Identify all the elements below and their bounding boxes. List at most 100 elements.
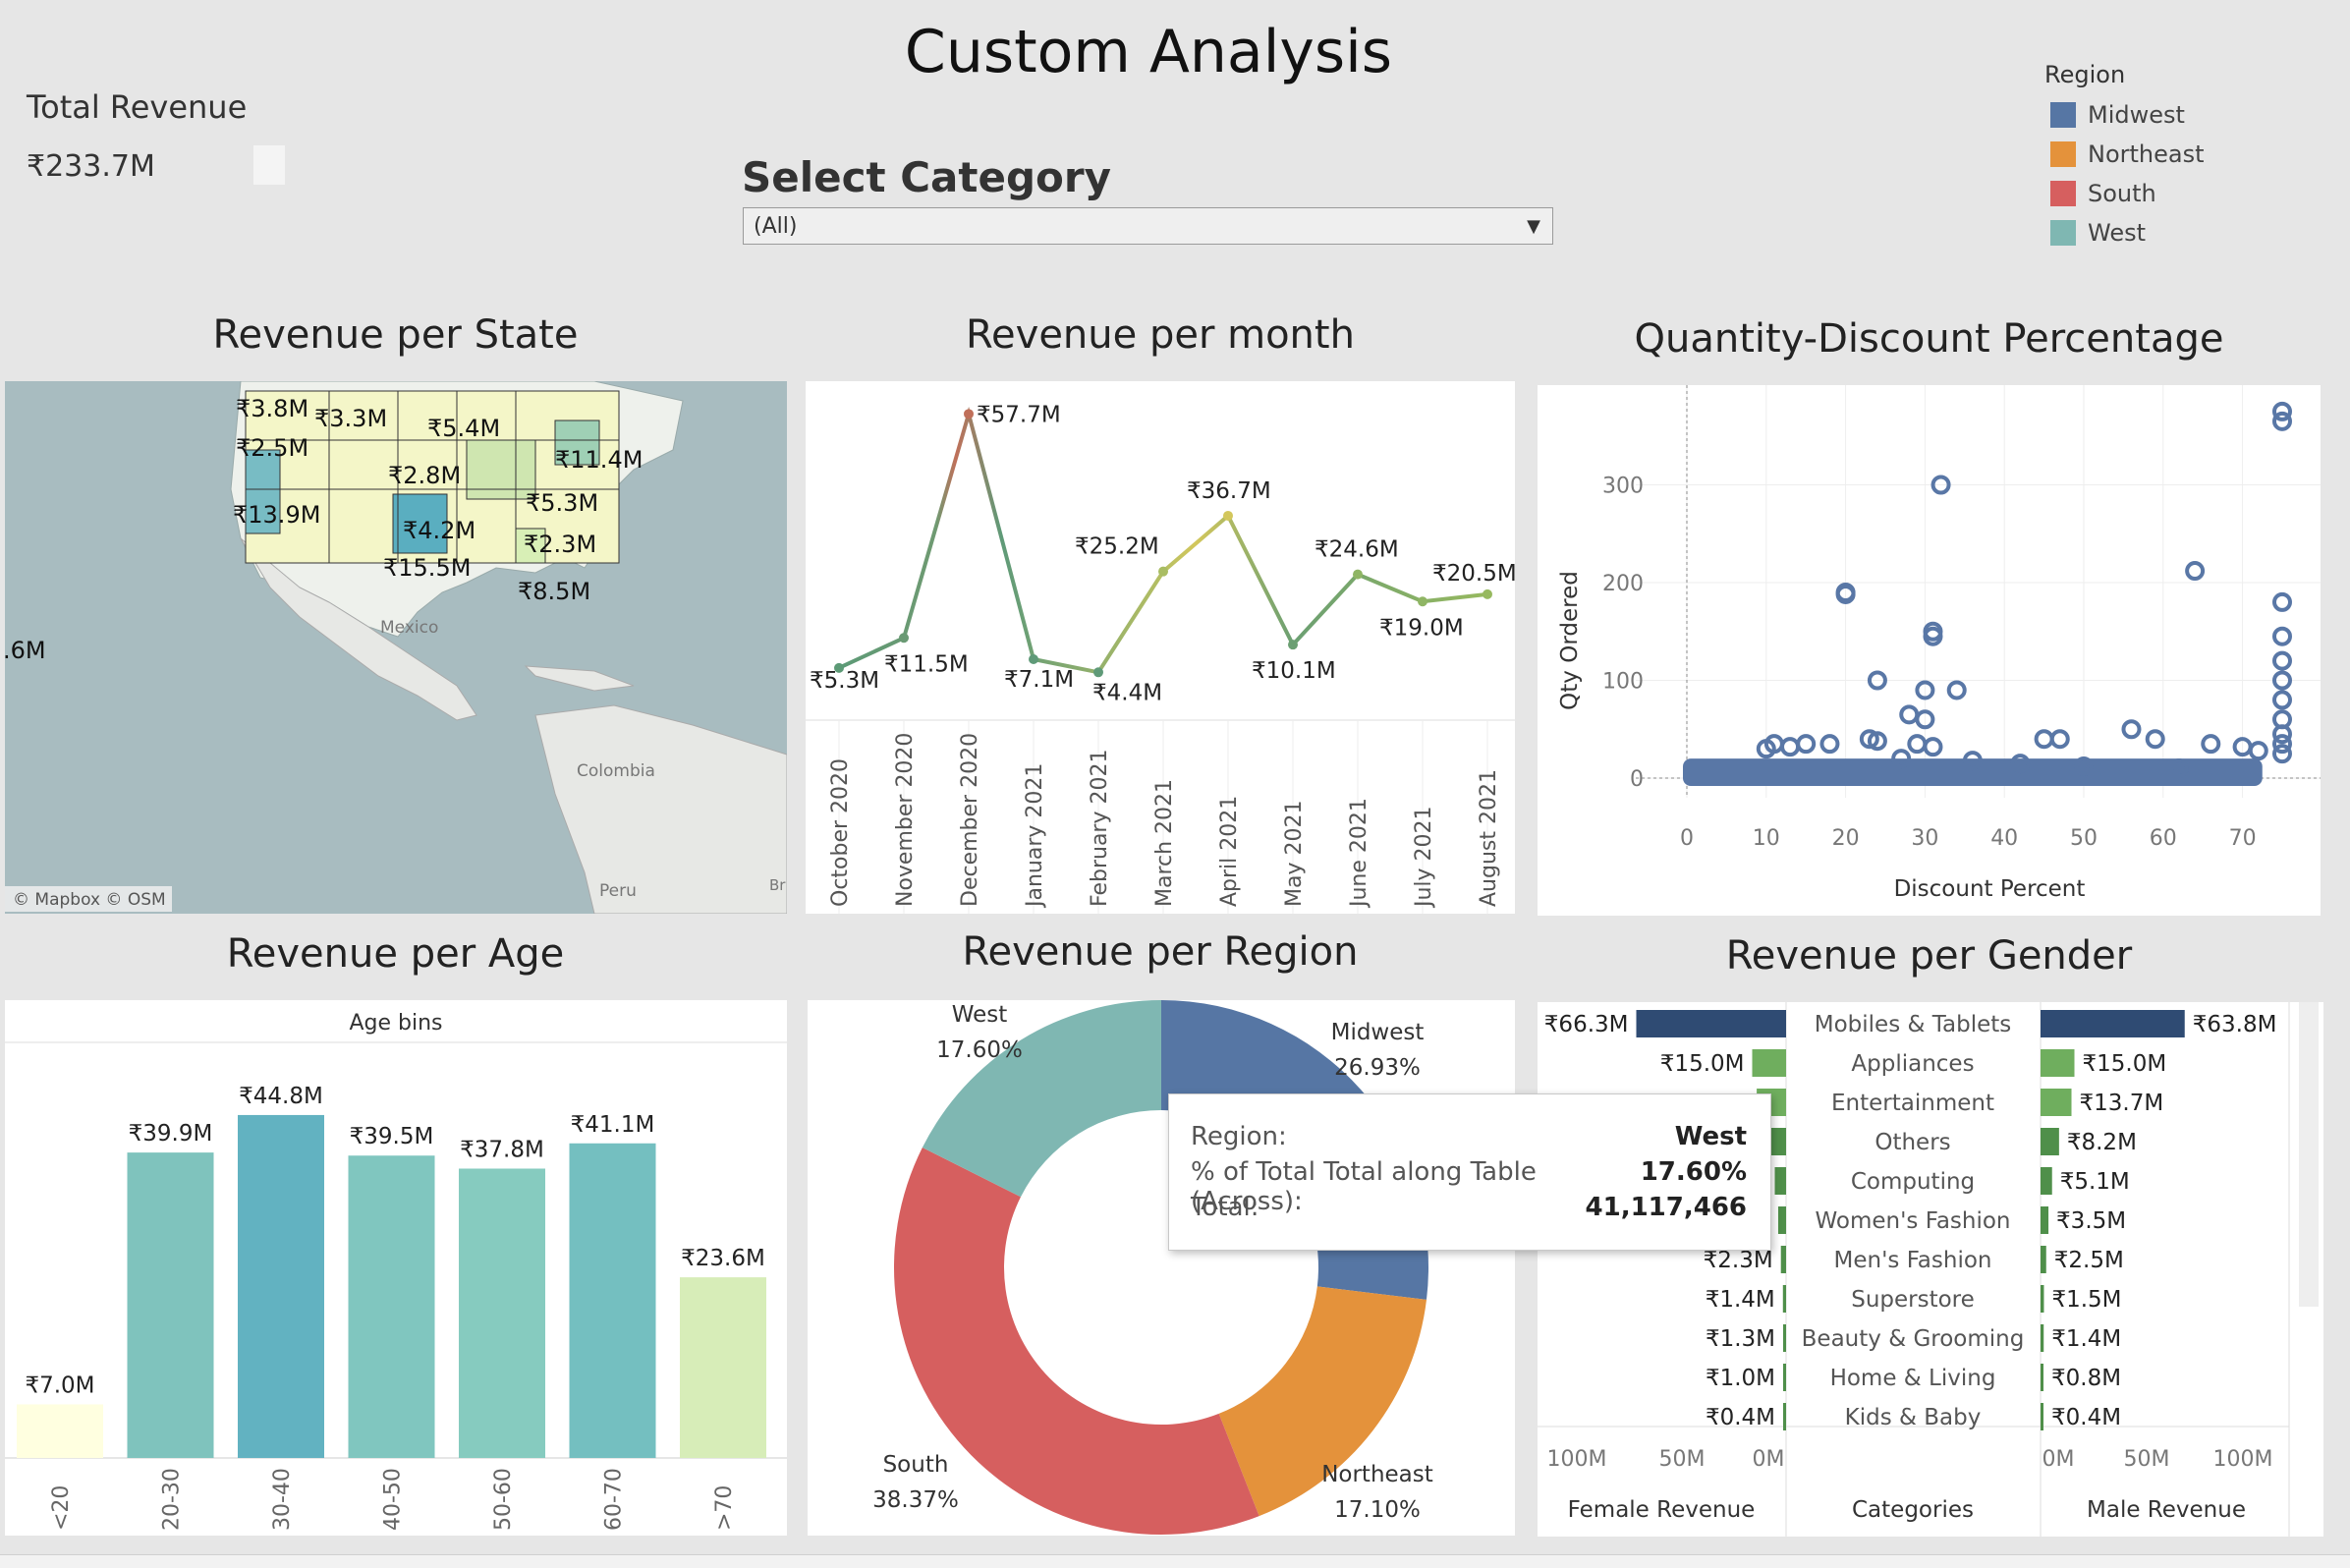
age-xtick-2: 30-40 [270, 1468, 295, 1531]
region-revenue-donut[interactable]: Midwest 26.93% Northeast 17.10% South 38.37% W… [808, 1000, 1515, 1536]
gender-category-9: Home & Living [1830, 1366, 1996, 1391]
male-bar-0 [2041, 1010, 2185, 1037]
legend-item-west[interactable]: West [2050, 218, 2146, 248]
donut-name-3: West [952, 1002, 1008, 1028]
qty-discount-scatter[interactable]: 0 10 20 30 40 50 60 70 0 100 200 300 Discount Percen… [1538, 385, 2321, 916]
gender-category-7: Superstore [1851, 1287, 1975, 1313]
line-point-3 [1029, 653, 1038, 664]
gender-category-5: Women's Fashion [1815, 1208, 2010, 1234]
line-label-9: ₹19.0M [1379, 615, 1464, 641]
scatter-point-26 [1796, 734, 1817, 755]
age-xtick-4: 50-60 [491, 1468, 516, 1531]
scatter-point-37 [2248, 741, 2268, 761]
map-place-colombia: Colombia [577, 761, 655, 781]
female-bar-5 [1777, 1206, 1786, 1234]
age-xtick-6: >70 [712, 1485, 737, 1531]
female-bar-4 [1774, 1167, 1786, 1195]
scatter-xtick: 50 [2070, 826, 2098, 851]
male-bar-7 [2041, 1285, 2044, 1313]
total-revenue-value: ₹233.7M [27, 149, 155, 184]
scatter-point-30 [1923, 737, 1943, 757]
scatter-ytick: 100 [1602, 670, 1644, 695]
line-xtick-8: June 2021 [1347, 798, 1371, 909]
map-label-0: ₹3.8M [236, 395, 308, 422]
female-bar-label-10: ₹0.4M [1706, 1405, 1775, 1430]
map-land-south-america [534, 704, 787, 914]
donut-pct-2: 38.37% [872, 1487, 959, 1513]
line-point-1 [899, 633, 909, 644]
scatter-xtick: 10 [1753, 826, 1780, 851]
line-xtick-4: February 2021 [1088, 750, 1112, 907]
male-bar-4 [2041, 1167, 2052, 1195]
male-bar-label-8: ₹1.4M [2051, 1326, 2121, 1352]
line-xtick-2: December 2020 [958, 733, 982, 907]
age-bar-label-5: ₹41.1M [571, 1112, 655, 1138]
scatter-xtick: 40 [1990, 826, 2018, 851]
female-bar-0 [1636, 1010, 1786, 1037]
age-bar-1 [127, 1152, 214, 1458]
legend-item-south[interactable]: South [2050, 179, 2156, 208]
male-bar-6 [2041, 1246, 2046, 1273]
legend-item-midwest[interactable]: Midwest [2050, 100, 2185, 130]
map-label-3: ₹5.4M [427, 415, 500, 442]
gender-revenue-chart[interactable]: Mobiles & Tablets ₹66.3M ₹63.8M Appliances ₹… [1538, 1002, 2323, 1537]
tooltip-region-value: West [1674, 1122, 1747, 1151]
total-revenue-label: Total Revenue [27, 88, 248, 126]
monthly-revenue-chart[interactable]: ₹5.3M October 2020 ₹11.5M November 2020 ₹57.… [806, 381, 1517, 914]
line-xtick-5: March 2021 [1152, 779, 1177, 907]
region-legend-title: Region [2044, 61, 2126, 88]
map-label-6: ₹5.3M [526, 489, 598, 517]
line-xtick-0: October 2020 [828, 758, 853, 907]
age-revenue-chart[interactable]: Age bins ₹7.0M <20 ₹39.9M 20-30 ₹44.8M 30-40 ₹3… [5, 1000, 787, 1536]
category-filter-dropdown[interactable]: (All) ▼ [743, 207, 1553, 245]
female-bar-label-8: ₹1.3M [1706, 1326, 1775, 1352]
donut-name-1: Northeast [1321, 1462, 1433, 1487]
scatter-point-32 [2049, 729, 2070, 750]
map-land-caribbean [524, 665, 635, 692]
dropdown-arrow-icon[interactable]: ▼ [1527, 216, 1540, 237]
scatter-xlabel: Discount Percent [1894, 876, 2086, 902]
female-bar-label-6: ₹2.3M [1704, 1248, 1773, 1273]
female-bar-6 [1780, 1246, 1786, 1273]
male-xtick-1: 50M [2124, 1447, 2170, 1472]
state-revenue-map[interactable]: ₹3.8M ₹3.3M ₹2.5M ₹5.4M ₹11.4M ₹2.8M ₹5.… [5, 381, 787, 914]
line-label-3: ₹7.1M [1004, 667, 1074, 693]
gender-category-4: Computing [1851, 1169, 1975, 1195]
line-label-4: ₹4.4M [1092, 680, 1162, 705]
male-bar-label-7: ₹1.5M [2051, 1287, 2121, 1313]
female-bar-label-1: ₹15.0M [1660, 1051, 1745, 1077]
scatter-xtick: 20 [1832, 826, 1860, 851]
female-xtick-0: 100M [1547, 1447, 1607, 1472]
age-chart-svg: Age bins ₹7.0M <20 ₹39.9M 20-30 ₹44.8M 30-40 ₹3… [5, 1011, 787, 1531]
female-bar-9 [1783, 1364, 1786, 1391]
scatter-point-29 [1907, 734, 1928, 755]
line-point-7 [1288, 640, 1298, 650]
category-filter-label: Select Category [742, 153, 1111, 201]
scatter-point-9 [2272, 626, 2292, 646]
age-xtick-5: 60-70 [602, 1468, 627, 1531]
female-bar-label-9: ₹1.0M [1706, 1366, 1775, 1391]
line-chart-svg: ₹5.3M October 2020 ₹11.5M November 2020 ₹57.… [806, 402, 1517, 914]
male-bar-label-0: ₹63.8M [2193, 1012, 2277, 1037]
legend-item-northeast[interactable]: Northeast [2050, 140, 2205, 169]
male-bar-label-10: ₹0.4M [2051, 1405, 2121, 1430]
age-xtick-0: <20 [49, 1485, 74, 1531]
male-bar-label-6: ₹2.5M [2054, 1248, 2124, 1273]
donut-chart-svg: Midwest 26.93% Northeast 17.10% South 38.37% W… [872, 1000, 1433, 1535]
tooltip-region-label: Region: [1191, 1122, 1287, 1151]
male-bar-label-5: ₹3.5M [2056, 1208, 2126, 1234]
female-bar-label-7: ₹1.4M [1706, 1287, 1775, 1313]
line-xtick-9: July 2021 [1412, 806, 1436, 909]
scatter-point-8 [2272, 591, 2292, 612]
scatter-point-35 [2201, 734, 2221, 755]
scatter-point-33 [2121, 719, 2142, 740]
gender-category-8: Beauty & Grooming [1802, 1326, 2025, 1352]
map-label-7: ₹13.9M [233, 501, 320, 529]
scatter-ytick: 300 [1602, 475, 1644, 499]
scatter-ytick: 0 [1630, 767, 1644, 792]
age-bar-label-6: ₹23.6M [681, 1246, 765, 1271]
female-bar-8 [1783, 1324, 1786, 1352]
map-label-4: ₹11.4M [555, 446, 643, 474]
age-bar-label-2: ₹44.8M [239, 1084, 323, 1109]
gender-scrollbar [2299, 1002, 2319, 1307]
